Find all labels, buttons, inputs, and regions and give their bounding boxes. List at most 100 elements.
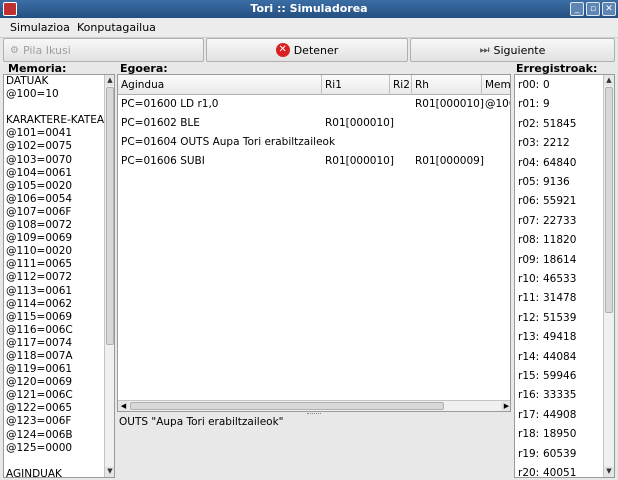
table-row[interactable]: PC=01602 BLE R01[000010]	[118, 114, 510, 133]
table-row[interactable]: PC=01600 LD r1,0 R01[000010]@100	[118, 95, 510, 114]
table-cell: PC=01602 BLE	[121, 117, 200, 129]
register-name: r19:	[518, 447, 540, 460]
memoria-line: @125=0000	[6, 441, 73, 454]
column-header-agindua[interactable]: Agindua	[118, 75, 322, 95]
pila-icon: ⚙	[10, 44, 19, 56]
register-row: r18: 18950	[518, 428, 576, 441]
register-name: r13:	[518, 331, 540, 344]
register-value: 18614	[543, 253, 577, 266]
register-value: 44908	[543, 408, 577, 421]
menu-konputagailua[interactable]: Konputagailua	[77, 21, 156, 34]
memoria-scrollbar[interactable]: ▲ ▼	[104, 75, 114, 477]
register-name: r16:	[518, 389, 540, 402]
fast-forward-icon: ⏭	[479, 43, 490, 56]
register-row: r05: 9136	[518, 176, 570, 188]
memoria-line: @115=0069	[6, 310, 73, 323]
register-value: 64840	[543, 156, 577, 169]
memoria-line: @118=007A	[6, 349, 73, 362]
memoria-line: DATUAK	[6, 75, 49, 87]
detener-label: Detener	[293, 43, 339, 57]
memoria-line: @107=006F	[6, 205, 72, 218]
register-value: 11820	[543, 234, 577, 247]
table-cell	[482, 133, 485, 152]
register-name: r18:	[518, 428, 540, 441]
memoria-line: @108=0072	[6, 219, 73, 232]
register-row: r14: 44084	[518, 351, 576, 363]
register-row: r19: 60539	[518, 447, 576, 460]
register-name: r06:	[518, 195, 540, 208]
register-row: r09: 18614	[518, 253, 576, 266]
detener-button[interactable]: ✕ Detener	[206, 38, 408, 62]
pila-ikusi-label: Pila Ikusi	[22, 43, 71, 57]
register-value: 18950	[543, 428, 577, 441]
memoria-line: AGINDUAK	[6, 467, 62, 478]
memoria-line: @104=0061	[6, 166, 73, 179]
column-header-memo[interactable]: Memo	[482, 75, 510, 95]
memoria-line: @119=0061	[6, 363, 73, 376]
memoria-line: @101=0041	[6, 127, 73, 140]
maximize-button[interactable]: ▫	[586, 2, 600, 16]
scroll-down-icon[interactable]: ▼	[604, 466, 614, 477]
siguiente-button[interactable]: ⏭ Siguiente	[410, 38, 615, 62]
memoria-list: DATUAK @100=10 KARAKTERE-KATEAK @101=0041 @1…	[6, 75, 111, 478]
register-value: 44084	[543, 350, 577, 363]
register-name: r09:	[518, 253, 540, 266]
close-button[interactable]: ✕	[602, 2, 616, 16]
table-row[interactable]: PC=01606 SUBI R01[000010] R01[000009]	[118, 152, 510, 171]
window-titlebar: Tori :: Simuladorea _ ▫ ✕	[0, 0, 618, 18]
scroll-down-icon[interactable]: ▼	[105, 466, 114, 477]
register-name: r11:	[518, 292, 540, 305]
egoera-table: Agindua Ri1 Ri2 Rh Memo PC=01600 LD r1,0…	[117, 74, 511, 412]
memoria-scroll-thumb[interactable]	[106, 87, 114, 345]
column-header-rh[interactable]: Rh	[412, 75, 482, 95]
table-cell	[390, 152, 393, 171]
splitter-grip-icon	[307, 413, 321, 415]
memoria-panel: DATUAK @100=10 KARAKTERE-KATEAK @101=0041 @1…	[3, 74, 115, 478]
register-name: r05:	[518, 176, 540, 188]
register-row: r07: 22733	[518, 215, 576, 227]
memoria-line: @122=0065	[6, 402, 73, 415]
register-row: r20: 40051	[518, 467, 576, 477]
register-value: 33335	[543, 389, 577, 402]
scroll-right-icon[interactable]: ▶	[501, 401, 510, 411]
register-row: r16: 33335	[518, 389, 576, 402]
register-row: r10: 46533	[518, 273, 576, 285]
memoria-line: @103=0070	[6, 153, 73, 166]
erregistroak-scrollbar[interactable]: ▲ ▼	[603, 75, 614, 477]
table-cell	[322, 133, 325, 152]
table-cell: PC=01604 OUTS Aupa Tori erabiltzaileok	[121, 136, 336, 148]
table-cell: @100	[485, 98, 510, 110]
scroll-left-icon[interactable]: ◀	[118, 401, 129, 411]
column-header-ri2[interactable]: Ri2	[390, 75, 412, 95]
egoera-scroll-thumb[interactable]	[130, 402, 444, 410]
memoria-line: KARAKTERE-KATEAK	[6, 114, 111, 127]
register-value: 2212	[543, 137, 570, 150]
minimize-button[interactable]: _	[570, 2, 584, 16]
table-cell: PC=01600 LD r1,0	[121, 98, 219, 110]
register-row: r02: 51845	[518, 117, 576, 130]
table-cell: PC=01606 SUBI	[121, 155, 205, 167]
table-cell: R01[000010]	[325, 117, 394, 129]
register-value: 59946	[543, 370, 577, 382]
scroll-up-icon[interactable]: ▲	[105, 75, 114, 86]
register-row: r06: 55921	[518, 195, 576, 208]
table-cell	[390, 114, 393, 133]
menu-simulazioa[interactable]: Simulazioa	[10, 21, 70, 34]
memoria-line: @111=0065	[6, 258, 73, 271]
register-value: 40051	[543, 467, 577, 478]
pila-ikusi-button[interactable]: ⚙ Pila Ikusi	[3, 38, 204, 62]
register-value: 55921	[543, 195, 577, 208]
table-cell	[482, 152, 485, 171]
scroll-up-icon[interactable]: ▲	[604, 75, 614, 86]
erregistroak-scroll-thumb[interactable]	[605, 87, 613, 313]
egoera-hscrollbar[interactable]: ◀ ▶	[118, 400, 510, 411]
table-row[interactable]: PC=01604 OUTS Aupa Tori erabiltzaileok	[118, 133, 510, 152]
column-header-ri1[interactable]: Ri1	[322, 75, 390, 95]
register-name: r01:	[518, 98, 540, 111]
memoria-line: @121=006C	[6, 389, 73, 402]
register-name: r10:	[518, 273, 540, 285]
memoria-line: @124=006B	[6, 428, 73, 441]
memoria-line: @109=0069	[6, 232, 73, 245]
register-name: r02:	[518, 117, 540, 130]
menu-bar: Simulazioa Konputagailua	[0, 18, 618, 38]
